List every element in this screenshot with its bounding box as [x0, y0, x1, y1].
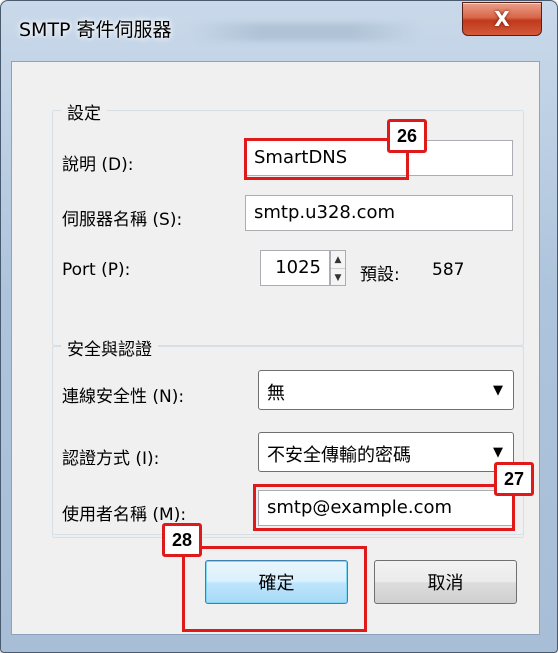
cancel-button[interactable]: 取消 — [374, 560, 517, 604]
window-title: SMTP 寄件伺服器 — [19, 19, 172, 41]
port-spinner[interactable]: ▲ ▼ — [330, 250, 346, 286]
auth-method-select[interactable]: 不安全傳輸的密碼 ▼ — [258, 432, 514, 472]
username-label: 使用者名稱 (M): — [62, 505, 187, 525]
dialog-client-area: 設定 說明 (D): SmartDNS 伺服器名稱 (S): smtp.u328… — [11, 61, 540, 635]
description-label: 說明 (D): — [62, 155, 134, 175]
connection-security-label: 連線安全性 (N): — [62, 387, 185, 407]
annotation-28-highlight — [182, 546, 367, 632]
security-group-title: 安全與認證 — [61, 335, 158, 360]
default-port-label: 預設: — [360, 265, 400, 285]
server-name-label: 伺服器名稱 (S): — [62, 210, 183, 230]
port-field[interactable]: 1025 — [260, 250, 330, 286]
cancel-button-label: 取消 — [427, 573, 464, 594]
port-label: Port (P): — [62, 260, 131, 280]
spin-up-icon[interactable]: ▲ — [331, 251, 345, 269]
auth-method-value: 不安全傳輸的密碼 — [267, 445, 411, 466]
port-value: 1025 — [275, 257, 321, 278]
annotation-27-highlight — [253, 484, 515, 531]
auth-method-label: 認證方式 (I): — [62, 449, 160, 469]
connection-security-value: 無 — [267, 383, 285, 404]
close-icon: X — [494, 7, 510, 31]
chevron-down-icon: ▼ — [493, 383, 503, 398]
chevron-down-icon: ▼ — [493, 445, 503, 460]
annotation-badge-27: 27 — [494, 462, 534, 496]
annotation-badge-28: 28 — [162, 523, 202, 557]
annotation-badge-26: 26 — [387, 119, 427, 153]
close-button[interactable]: X — [462, 2, 542, 36]
server-name-field[interactable]: smtp.u328.com — [245, 195, 513, 231]
annotation-26-highlight — [244, 138, 409, 180]
settings-group-title: 設定 — [61, 99, 107, 124]
default-port-value: 587 — [432, 260, 465, 280]
spin-down-icon[interactable]: ▼ — [331, 269, 345, 286]
smtp-dialog-window: SMTP 寄件伺服器 X 設定 說明 (D): SmartDNS 伺服器名稱 (… — [0, 0, 558, 653]
title-bar-blur — [191, 23, 421, 41]
title-bar: SMTP 寄件伺服器 X — [1, 1, 557, 61]
connection-security-select[interactable]: 無 ▼ — [258, 370, 514, 410]
server-name-value: smtp.u328.com — [254, 202, 396, 223]
